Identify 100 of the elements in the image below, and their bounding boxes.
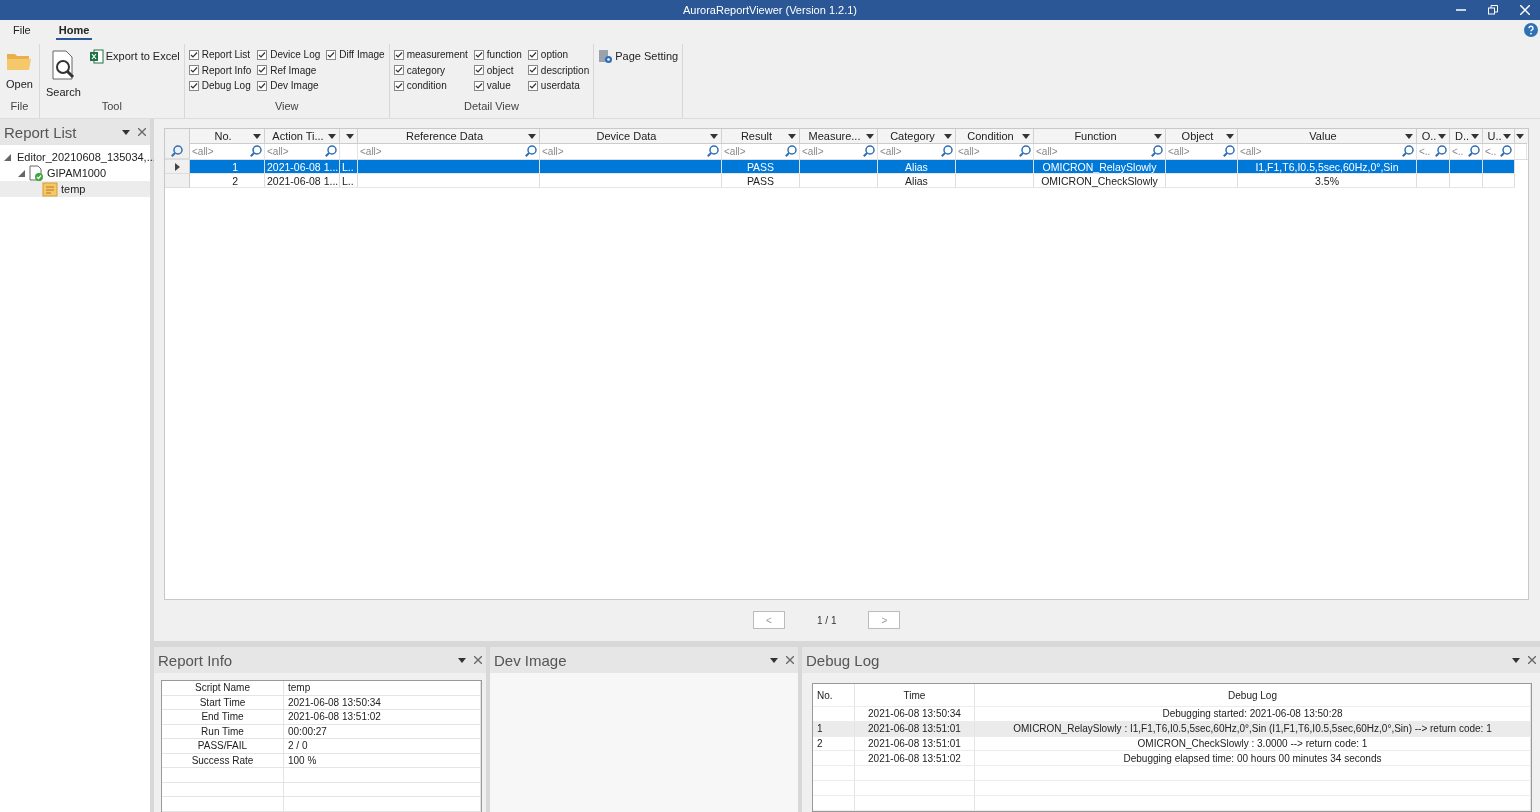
checkbox[interactable]: [527, 65, 538, 76]
field-label: Run Time: [201, 725, 244, 737]
checkbox-option[interactable]: Report List: [188, 48, 252, 62]
table-cell: L..: [342, 174, 354, 187]
dropdown-icon: [788, 134, 796, 139]
checkbox[interactable]: [473, 65, 484, 76]
table-cell: OMICRON_RelaySlowly: [1042, 160, 1157, 173]
table-cell: 2: [817, 738, 823, 749]
ribbon-button[interactable]: Export to Excel: [88, 48, 180, 64]
group-label: Detail View: [464, 100, 519, 112]
checkbox[interactable]: [473, 80, 484, 91]
checkbox-option[interactable]: Dev Image: [257, 79, 321, 93]
page-settings-icon: [598, 48, 614, 64]
field-value: 2 / 0: [288, 740, 308, 752]
field-label: PASS/FAIL: [197, 740, 248, 752]
table-cell: OMICRON_CheckSlowly: [1041, 174, 1158, 187]
table-row[interactable]: 1 2021-06-08 1... L.. PASS Alias OMICRON_RelaySlowly I1,F1,T6,I0.5,5sec,60Hz,0°,Sin: [165, 160, 1515, 174]
table-cell: L..: [342, 160, 354, 173]
dropdown-icon: [1471, 134, 1479, 139]
checkbox-option[interactable]: measurement: [393, 48, 468, 62]
field-label: Script Name: [195, 682, 250, 694]
dropdown-icon: [1154, 134, 1162, 139]
ribbon-button[interactable]: Page Setting: [598, 48, 679, 64]
dropdown-icon: [1405, 134, 1413, 139]
panel-title: Report List: [4, 123, 77, 141]
close-icon[interactable]: [474, 656, 482, 664]
checkbox-option[interactable]: condition: [393, 79, 468, 93]
search-icon: [1223, 145, 1235, 157]
search-icon: [941, 145, 953, 157]
checkbox[interactable]: [188, 65, 199, 76]
search-button[interactable]: Search: [43, 48, 83, 100]
checkbox[interactable]: [257, 65, 268, 76]
checkbox-option[interactable]: Ref Image: [257, 63, 321, 77]
log-row[interactable]: 2 2021-06-08 13:51:01 OMICRON_CheckSlowly : 3.0000 --> return code: 1: [813, 736, 1531, 752]
panel-title: Debug Log: [806, 651, 880, 669]
close-icon[interactable]: [786, 656, 794, 664]
checkbox-option[interactable]: object: [473, 63, 522, 77]
field-value: temp: [288, 682, 311, 694]
column-header[interactable]: [340, 129, 358, 144]
dropdown-icon: [328, 134, 336, 139]
ribbon-tab[interactable]: File: [10, 24, 34, 40]
checkbox-option[interactable]: function: [473, 48, 522, 62]
search-icon: [525, 145, 537, 157]
column-header: No.: [817, 689, 833, 701]
checkbox[interactable]: [527, 80, 538, 91]
search-icon: [1402, 145, 1414, 157]
table-row[interactable]: 2 2021-06-08 1... L.. PASS Alias OMICRON_CheckSlowly 3.5%: [165, 174, 1515, 188]
table-cell: Debugging started: 2021-06-08 13:50:28: [1162, 708, 1343, 720]
open-button[interactable]: Open: [4, 48, 35, 100]
dropdown-icon: [944, 134, 952, 139]
checkbox-option[interactable]: Device Log: [257, 48, 321, 62]
checkbox[interactable]: [188, 49, 199, 60]
checkbox-option[interactable]: category: [393, 63, 468, 77]
checkbox[interactable]: [393, 80, 404, 91]
close-icon[interactable]: [1528, 656, 1536, 664]
checkbox[interactable]: [257, 49, 268, 60]
log-row[interactable]: 2021-06-08 13:50:34 Debugging started: 2021-06-08 13:50:28: [813, 707, 1531, 722]
checkbox-option[interactable]: Diff Image: [326, 48, 385, 62]
log-row[interactable]: 2021-06-08 13:51:02 Debugging elapsed time: 00 hours 00 minutes 34 seconds: [813, 751, 1531, 767]
table-cell: Debugging elapsed time: 00 hours 00 minutes 34 seconds: [1123, 752, 1382, 764]
table-cell: 1: [817, 723, 823, 735]
table-cell: Alias: [905, 160, 928, 173]
checkbox[interactable]: [393, 49, 404, 60]
window-title: AuroraReportViewer (Version 1.2.1): [682, 4, 858, 16]
checkbox-option[interactable]: description: [527, 63, 590, 77]
checkbox[interactable]: [473, 49, 484, 60]
checkbox-option[interactable]: option: [527, 48, 590, 62]
help-icon[interactable]: [1524, 23, 1538, 37]
dropdown-icon: [1512, 657, 1520, 663]
checkbox[interactable]: [393, 65, 404, 76]
tree-item[interactable]: GIPAM1000: [0, 165, 150, 181]
dropdown-icon: [122, 129, 130, 135]
panel-title: Report Info: [158, 651, 233, 669]
restore-icon[interactable]: [1488, 5, 1498, 15]
checkbox[interactable]: [527, 49, 538, 60]
checkbox-option[interactable]: Report Info: [188, 63, 252, 77]
table-cell: 2021-06-08 1...: [267, 174, 339, 187]
checkbox[interactable]: [257, 80, 268, 91]
checkbox-option[interactable]: Debug Log: [188, 79, 252, 93]
search-icon: [863, 145, 875, 157]
close-icon[interactable]: [138, 128, 146, 136]
table-cell: PASS: [746, 160, 775, 173]
checkbox[interactable]: [326, 49, 337, 60]
checkbox[interactable]: [188, 80, 199, 91]
dropdown-icon: [253, 134, 261, 139]
search-icon: [1435, 145, 1447, 157]
group-label: View: [274, 100, 299, 112]
checkbox-option[interactable]: userdata: [527, 79, 590, 93]
dropdown-icon: [770, 657, 778, 663]
field-value: 2021-06-08 13:51:02: [288, 711, 381, 723]
table-cell: 1: [232, 160, 238, 173]
checkbox-option[interactable]: value: [473, 79, 522, 93]
table-cell: 2021-06-08 13:51:01: [868, 723, 961, 735]
table-cell: 2021-06-08 13:51:02: [868, 752, 961, 764]
table-cell: 2: [232, 174, 238, 187]
column-header: Debug Log: [1228, 689, 1277, 701]
field-value: 00:00:27: [288, 725, 327, 737]
table-cell: OMICRON_CheckSlowly : 3.0000 --> return code: 1: [1137, 738, 1368, 749]
tree-item[interactable]: temp: [0, 181, 150, 197]
search-icon: [1019, 145, 1031, 157]
